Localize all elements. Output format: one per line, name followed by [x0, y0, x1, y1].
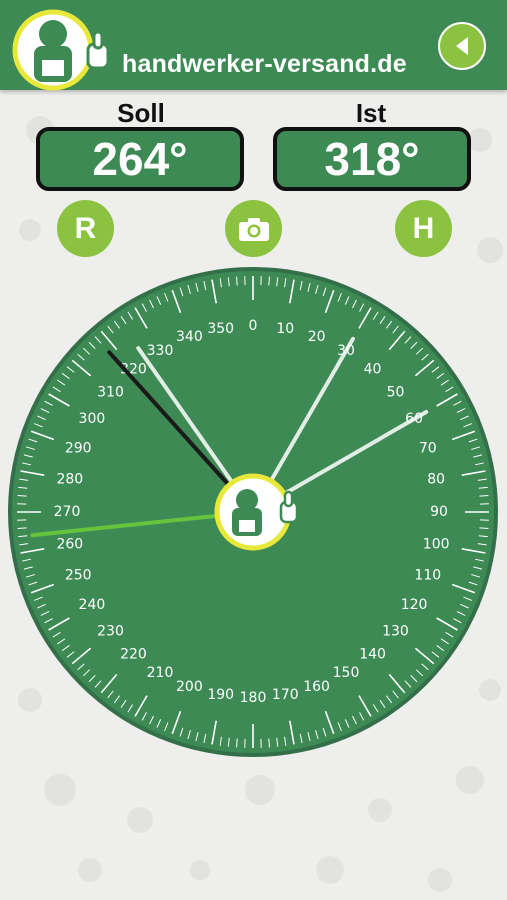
dial-label-330: 330: [147, 343, 174, 359]
dial-label-130: 130: [382, 624, 409, 640]
dial-tick: [17, 495, 27, 497]
dial-label-310: 310: [97, 384, 124, 400]
back-button[interactable]: [438, 22, 486, 70]
r-button[interactable]: R: [57, 200, 114, 257]
dial-label-250: 250: [65, 568, 92, 584]
dial-label-290: 290: [65, 440, 92, 456]
ist-value-display: 318°: [273, 127, 471, 191]
dial-tick: [236, 738, 238, 748]
dial-label-80: 80: [427, 472, 445, 488]
dial-label-20: 20: [308, 329, 326, 345]
dial-tick: [236, 276, 238, 286]
camera-button[interactable]: [225, 200, 282, 257]
dial-label-110: 110: [414, 568, 441, 584]
site-name[interactable]: handwerker-versand.de: [122, 50, 407, 79]
dial-tick: [479, 527, 489, 529]
dial-label-230: 230: [97, 624, 124, 640]
dial-label-40: 40: [364, 362, 382, 378]
compass-dial[interactable]: 0102030405060708090100110120130140150160…: [0, 262, 507, 762]
dial-label-270: 270: [54, 504, 81, 520]
dial-label-90: 90: [430, 504, 448, 520]
h-button[interactable]: H: [395, 200, 452, 257]
mascot-logo: [12, 9, 110, 91]
dial-label-120: 120: [401, 597, 428, 613]
dial-tick: [268, 738, 270, 748]
dial-label-70: 70: [419, 440, 437, 456]
ist-label: Ist: [355, 98, 387, 128]
dial-label-340: 340: [176, 329, 203, 345]
dial-tick: [479, 495, 489, 497]
dial-label-10: 10: [276, 321, 294, 337]
soll-value-display: 264°: [36, 127, 244, 191]
dial-label-150: 150: [333, 665, 360, 681]
dial-label-190: 190: [207, 687, 234, 703]
app-header: handwerker-versand.de: [0, 0, 507, 91]
dial-tick: [17, 527, 27, 529]
back-arrow-icon: [456, 37, 468, 55]
dial-label-220: 220: [120, 646, 147, 662]
dial-label-280: 280: [56, 472, 83, 488]
dial-tick: [268, 276, 270, 286]
dial-label-170: 170: [272, 687, 299, 703]
dial-label-160: 160: [303, 679, 330, 695]
dial-label-50: 50: [387, 384, 405, 400]
dial-label-140: 140: [359, 646, 386, 662]
dial-label-240: 240: [79, 597, 106, 613]
dial-label-300: 300: [79, 411, 106, 427]
dial-label-210: 210: [147, 665, 174, 681]
dial-label-260: 260: [56, 536, 83, 552]
dial-label-100: 100: [423, 536, 450, 552]
dial-label-350: 350: [207, 321, 234, 337]
soll-label: Soll: [117, 98, 165, 128]
dial-label-180: 180: [240, 690, 267, 706]
camera-icon: [238, 217, 269, 241]
dial-label-0: 0: [249, 318, 258, 334]
dial-label-200: 200: [176, 679, 203, 695]
